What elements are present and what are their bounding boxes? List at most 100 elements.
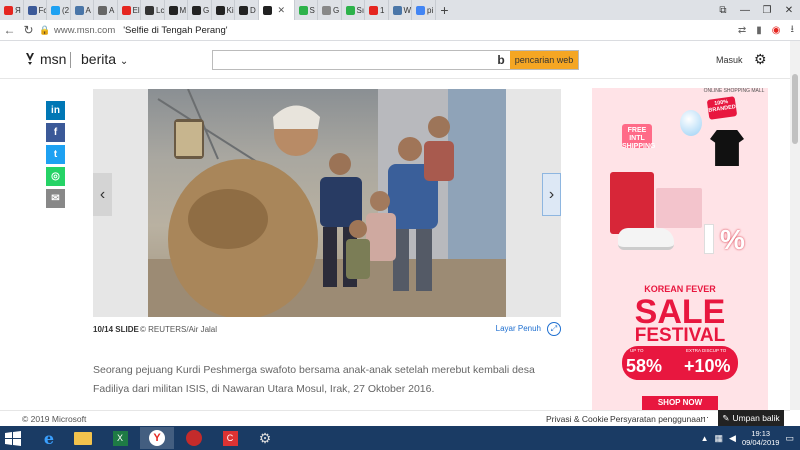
browser-tab[interactable]: pi	[412, 0, 436, 20]
folder-icon	[74, 431, 92, 445]
ad-discount-value-1: 58%	[626, 356, 663, 376]
tab-favicon-icon	[215, 5, 225, 15]
page-scrollbar[interactable]	[790, 41, 800, 410]
search-box: b pencarian web	[212, 50, 579, 70]
network-icon[interactable]: ▦	[715, 433, 724, 444]
email-share-icon[interactable]: ✉	[46, 189, 65, 208]
tab-favicon-icon	[392, 5, 402, 15]
terms-link[interactable]: Persyaratan penggunaan	[610, 414, 705, 424]
browser-tab[interactable]: (2	[47, 0, 71, 20]
bookmark-icon[interactable]: ▮	[756, 25, 762, 36]
browser-tab[interactable]: Sı	[342, 0, 365, 20]
ad-discount-pill: UP TO EXTRA DISCUP TO 58% +10%	[622, 346, 738, 380]
whatsapp-share-icon[interactable]: ◎	[46, 167, 65, 186]
fullscreen-link[interactable]: Layar Penuh	[496, 324, 541, 333]
taskbar-explorer[interactable]	[66, 427, 100, 449]
signin-link[interactable]: Masuk	[716, 55, 743, 65]
ad-festival: FESTIVAL	[634, 325, 726, 346]
fullscreen-icon[interactable]: ⤢	[547, 322, 561, 336]
article-body: Seorang pejuang Kurdi Peshmerga swafoto …	[93, 364, 535, 395]
page-footer: © 2019 Microsoft Privasi & Cookie Persya…	[0, 410, 790, 426]
tab-label: Sı	[356, 5, 365, 15]
taskbar-app-c[interactable]: C	[213, 427, 247, 449]
browser-tab[interactable]: Ki	[212, 0, 235, 20]
browser-tab[interactable]: W	[389, 0, 412, 20]
linkedin-share-icon[interactable]: in	[46, 101, 65, 120]
notifications-icon[interactable]: ▭	[785, 433, 794, 444]
close-tab-icon[interactable]: ✕	[278, 5, 286, 16]
twitter-share-icon[interactable]: t	[46, 145, 65, 164]
url-domain[interactable]: www.msn.com	[54, 25, 115, 36]
clock-date: 09/04/2019	[741, 438, 780, 447]
browser-tab[interactable]: Lc	[141, 0, 165, 20]
bookmarks-icon[interactable]: ⧉	[712, 5, 734, 16]
tab-favicon-icon	[74, 5, 84, 15]
cosmetic-bottle-icon	[704, 224, 714, 254]
browser-tab[interactable]: G	[188, 0, 212, 20]
new-tab-button[interactable]: +	[436, 2, 454, 18]
next-slide-button[interactable]: ›	[542, 173, 561, 216]
privacy-link[interactable]: Privasi & Cookie	[546, 414, 608, 424]
tab-favicon-icon	[345, 5, 355, 15]
tab-label: G	[203, 5, 210, 15]
taskbar-app-tool[interactable]: ⚙	[248, 427, 282, 449]
butterfly-icon	[26, 53, 34, 65]
gear-icon[interactable]: ⚙	[754, 51, 767, 68]
browser-tab[interactable]: El	[118, 0, 141, 20]
ad-shop-now-button[interactable]: SHOP NOW	[642, 396, 718, 410]
taskbar-ie[interactable]: e	[32, 427, 66, 449]
browser-tab[interactable]: A	[71, 0, 94, 20]
taskbar-excel[interactable]: X	[103, 427, 137, 449]
prev-slide-button[interactable]: ‹	[93, 173, 112, 216]
ad-free-shipping-tag: FREE INTL SHIPPING	[622, 124, 655, 150]
taskbar-app-red[interactable]	[177, 427, 211, 449]
msn-logo[interactable]: msn	[24, 51, 66, 67]
minimize-button[interactable]: —	[734, 5, 756, 16]
close-window-button[interactable]: ✕	[778, 5, 800, 16]
taskbar-yandex[interactable]: Y	[140, 427, 174, 449]
browser-tab[interactable]: Fc	[24, 0, 47, 20]
search-input[interactable]	[213, 51, 492, 69]
browser-tab[interactable]: D	[235, 0, 259, 20]
copyright: © 2019 Microsoft	[22, 414, 87, 424]
tab-favicon-icon	[239, 5, 248, 15]
browser-tab[interactable]: Я	[0, 0, 24, 20]
url-page-title[interactable]: 'Selfie di Tengah Perang'	[123, 25, 227, 36]
tshirt-icon	[710, 130, 744, 166]
tool-icon: ⚙	[258, 429, 272, 446]
slide-photo[interactable]	[148, 89, 506, 317]
tab-label: W	[403, 5, 412, 15]
protect-icon[interactable]: ◉	[772, 25, 781, 36]
scrollbar-thumb[interactable]	[792, 74, 798, 144]
section-menu[interactable]: berita ⌄	[81, 51, 128, 67]
browser-tab[interactable]: S	[295, 0, 318, 20]
volume-icon[interactable]: ◀	[729, 433, 736, 444]
back-icon[interactable]: ←	[0, 23, 19, 37]
facebook-share-icon[interactable]: f	[46, 123, 65, 142]
tab-favicon-icon	[51, 5, 60, 15]
reload-icon[interactable]: ↻	[19, 23, 38, 37]
clock[interactable]: 19:13 09/04/2019	[742, 429, 780, 447]
advertisement[interactable]: ONLINE SHOPPING MALL 100% BRANDED FREE I…	[592, 88, 768, 410]
sneaker-icon	[618, 228, 674, 250]
header-divider	[70, 52, 71, 68]
more-options-icon[interactable]: ···	[700, 412, 709, 422]
browser-tab[interactable]: M	[165, 0, 188, 20]
web-search-button[interactable]: pencarian web	[510, 51, 578, 69]
download-icon[interactable]: ⭳	[791, 22, 795, 39]
system-tray: ▲ ▦ ◀ 19:13 09/04/2019 ▭	[701, 426, 800, 450]
browser-tab[interactable]: A	[94, 0, 118, 20]
browser-tab[interactable]: G	[318, 0, 342, 20]
translate-icon[interactable]: ⇄	[738, 25, 746, 36]
lock-icon[interactable]: 🔒	[38, 25, 52, 36]
browser-tab[interactable]: ✕	[258, 0, 295, 20]
feedback-button[interactable]: ✎ Umpan balik	[718, 410, 784, 426]
browser-tab[interactable]: 1	[365, 0, 389, 20]
balloon-icon	[680, 110, 702, 136]
windows-start-icon[interactable]	[4, 430, 22, 446]
section-label: berita	[81, 51, 117, 67]
maximize-button[interactable]: ❐	[756, 5, 778, 16]
ad-sale: SALE	[634, 293, 726, 331]
msn-header: msn berita ⌄ b pencarian web Masuk ⚙	[0, 41, 790, 79]
tray-up-icon[interactable]: ▲	[701, 434, 709, 443]
